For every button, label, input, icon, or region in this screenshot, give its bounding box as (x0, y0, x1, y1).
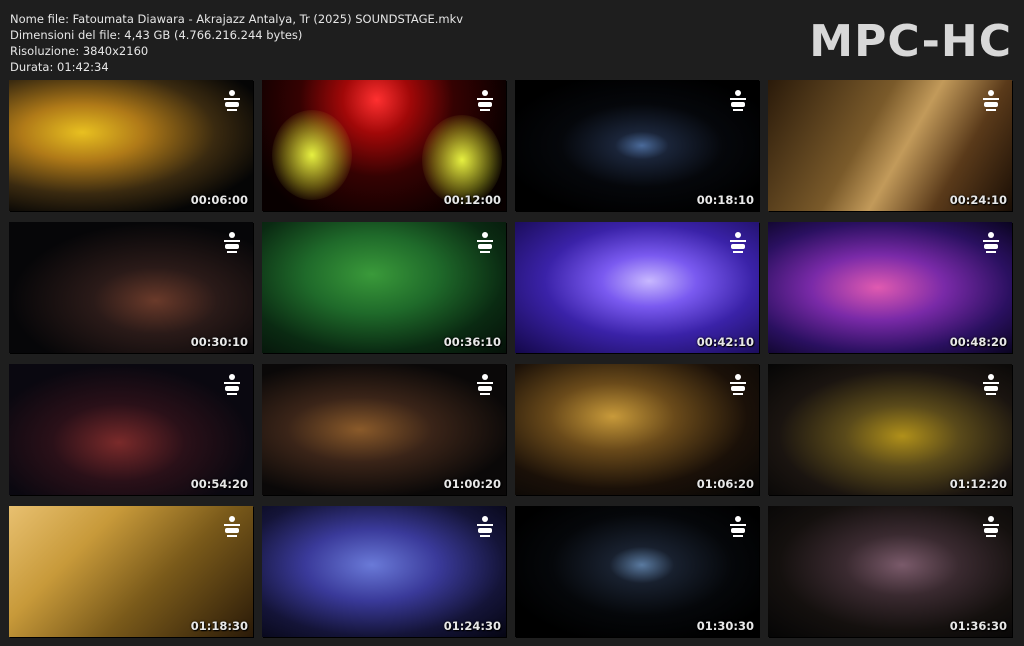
thumbnail-frame-image (9, 222, 253, 353)
video-thumbnail: 00:48:20 (768, 222, 1012, 353)
timestamp-label: 01:06:20 (696, 477, 754, 491)
spotlight-beam (422, 115, 502, 205)
video-thumbnail: 00:18:10 (515, 80, 759, 211)
festival-logo-icon (730, 90, 746, 111)
timestamp-label: 00:36:10 (443, 335, 501, 349)
video-thumbnail: 01:12:20 (768, 364, 1012, 495)
festival-logo-icon (730, 232, 746, 253)
file-duration: Durata: 01:42:34 (10, 60, 109, 74)
spotlight-beam (272, 110, 352, 200)
timestamp-label: 01:24:30 (443, 619, 501, 633)
video-thumbnail: 00:06:00 (9, 80, 253, 211)
thumbnail-frame-image (768, 506, 1012, 637)
festival-logo-icon (730, 516, 746, 537)
thumbnail-frame-image (768, 222, 1012, 353)
thumbnail-frame-image (768, 80, 1012, 211)
timestamp-label: 01:00:20 (443, 477, 501, 491)
festival-logo-icon (983, 516, 999, 537)
timestamp-label: 00:12:00 (443, 193, 501, 207)
mpc-hc-logo: MPC-HC (809, 16, 1012, 67)
video-thumbnail: 01:18:30 (9, 506, 253, 637)
thumbnail-frame-image (768, 364, 1012, 495)
festival-logo-icon (983, 90, 999, 111)
timestamp-label: 01:36:30 (949, 619, 1007, 633)
festival-logo-icon (983, 374, 999, 395)
festival-logo-icon (224, 232, 240, 253)
thumbnail-grid: 00:06:00 00:12:00 00:18:10 00:24:10 00:30:10… (9, 80, 1015, 637)
thumbnail-frame-image (9, 506, 253, 637)
file-size: Dimensioni del file: 4,43 GB (4.766.216.… (10, 28, 303, 42)
festival-logo-icon (730, 374, 746, 395)
thumbnail-frame-image (9, 80, 253, 211)
festival-logo-icon (477, 90, 493, 111)
festival-logo-icon (477, 232, 493, 253)
video-thumbnail: 00:30:10 (9, 222, 253, 353)
thumbnail-frame-image (262, 364, 506, 495)
thumbnail-frame-image (515, 364, 759, 495)
timestamp-label: 01:12:20 (949, 477, 1007, 491)
timestamp-label: 00:06:00 (190, 193, 248, 207)
festival-logo-icon (983, 232, 999, 253)
thumbnail-frame-image (262, 222, 506, 353)
file-name: Nome file: Fatoumata Diawara - Akrajazz … (10, 12, 464, 26)
timestamp-label: 00:18:10 (696, 193, 754, 207)
video-thumbnail: 01:36:30 (768, 506, 1012, 637)
thumbnail-frame-image (262, 506, 506, 637)
video-thumbnail: 00:36:10 (262, 222, 506, 353)
video-thumbnail: 01:30:30 (515, 506, 759, 637)
video-thumbnail: 01:00:20 (262, 364, 506, 495)
festival-logo-icon (224, 374, 240, 395)
video-thumbnail: 00:12:00 (262, 80, 506, 211)
timestamp-label: 00:24:10 (949, 193, 1007, 207)
file-resolution: Risoluzione: 3840x2160 (10, 44, 149, 58)
thumbnail-frame-image (515, 506, 759, 637)
file-info: Nome file: Fatoumata Diawara - Akrajazz … (10, 11, 463, 75)
festival-logo-icon (477, 516, 493, 537)
festival-logo-icon (224, 90, 240, 111)
timestamp-label: 01:30:30 (696, 619, 754, 633)
timestamp-label: 00:48:20 (949, 335, 1007, 349)
festival-logo-icon (477, 374, 493, 395)
video-thumbnail: 01:24:30 (262, 506, 506, 637)
video-thumbnail: 00:42:10 (515, 222, 759, 353)
timestamp-label: 00:42:10 (696, 335, 754, 349)
timestamp-label: 01:18:30 (190, 619, 248, 633)
timestamp-label: 00:54:20 (190, 477, 248, 491)
video-thumbnail: 00:24:10 (768, 80, 1012, 211)
festival-logo-icon (224, 516, 240, 537)
video-thumbnail: 01:06:20 (515, 364, 759, 495)
thumbnail-frame-image (515, 80, 759, 211)
thumbnail-frame-image (515, 222, 759, 353)
thumbnail-frame-image (9, 364, 253, 495)
video-thumbnail: 00:54:20 (9, 364, 253, 495)
timestamp-label: 00:30:10 (190, 335, 248, 349)
